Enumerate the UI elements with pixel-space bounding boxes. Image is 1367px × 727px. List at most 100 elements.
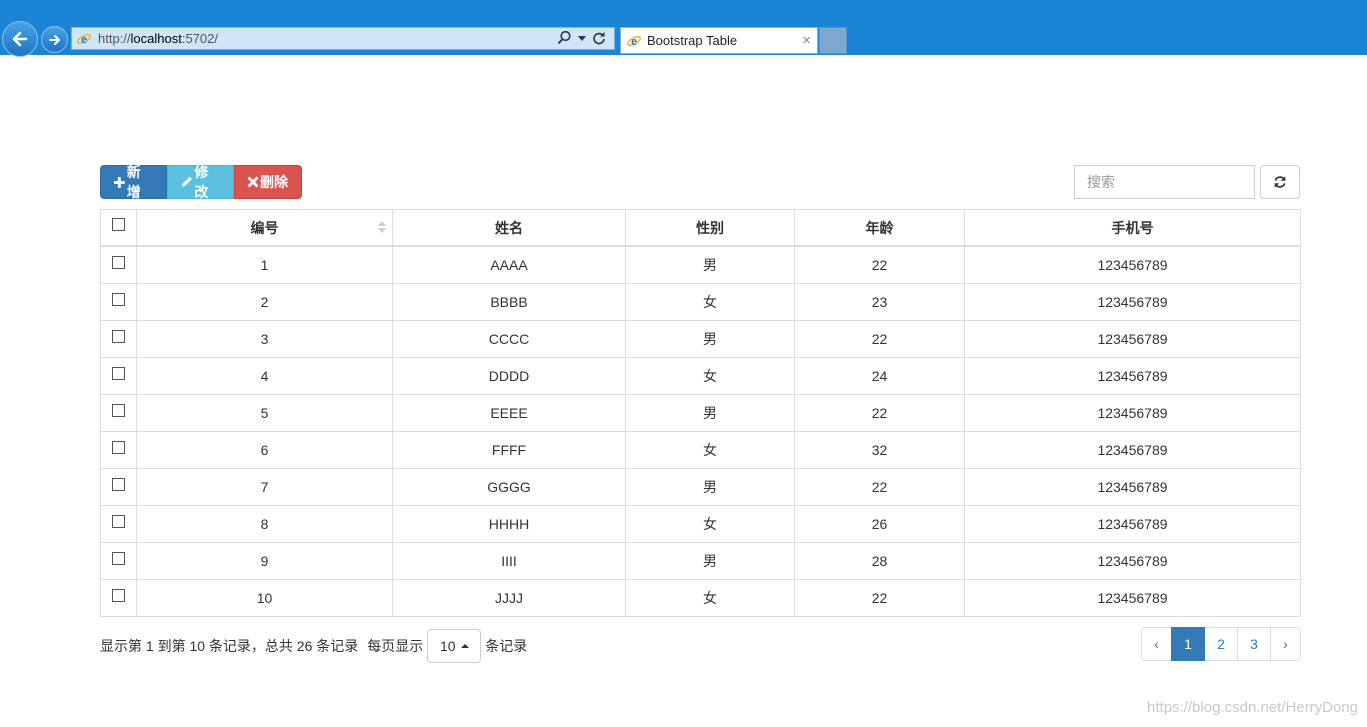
cell-gender: 女 bbox=[625, 431, 795, 469]
edit-button-label: 修改 bbox=[194, 164, 209, 200]
cell-age: 22 bbox=[794, 245, 965, 284]
select-all-checkbox[interactable] bbox=[112, 218, 125, 232]
add-button[interactable]: 新增 bbox=[100, 164, 167, 200]
cell-gender: 女 bbox=[625, 505, 795, 543]
search-icon[interactable] bbox=[557, 30, 572, 45]
pagination-next[interactable]: › bbox=[1270, 627, 1301, 661]
cell-age: 24 bbox=[794, 357, 965, 395]
cell-gender: 女 bbox=[625, 283, 795, 321]
table-row[interactable]: 4 DDDD 女 24 123456789 bbox=[100, 357, 1301, 395]
cell-age: 22 bbox=[794, 468, 965, 506]
row-checkbox[interactable] bbox=[112, 403, 125, 417]
page-size-value: 10 bbox=[439, 638, 456, 654]
tab-title: Bootstrap Table bbox=[647, 33, 738, 48]
row-select-cell bbox=[100, 283, 137, 321]
row-checkbox[interactable] bbox=[112, 292, 125, 306]
cell-phone: 123456789 bbox=[964, 505, 1301, 543]
cell-name: FFFF bbox=[392, 431, 626, 469]
table-row[interactable]: 8 HHHH 女 26 123456789 bbox=[100, 505, 1301, 543]
cell-age: 22 bbox=[794, 579, 965, 617]
row-checkbox[interactable] bbox=[112, 551, 125, 565]
pencil-icon bbox=[181, 176, 192, 187]
row-checkbox[interactable] bbox=[112, 477, 125, 491]
cell-id: 5 bbox=[136, 394, 393, 432]
svg-text:e: e bbox=[631, 33, 637, 48]
row-select-cell bbox=[100, 320, 137, 358]
watermark: https://blog.csdn.net/HerryDong bbox=[1147, 699, 1358, 716]
row-select-cell bbox=[100, 579, 137, 617]
cell-name: JJJJ bbox=[392, 579, 626, 617]
cell-age: 26 bbox=[794, 505, 965, 543]
cell-gender: 男 bbox=[625, 542, 795, 580]
forward-button[interactable] bbox=[41, 26, 68, 53]
per-page-prefix: 每页显示 bbox=[367, 638, 424, 654]
row-select-cell bbox=[100, 357, 137, 395]
row-checkbox[interactable] bbox=[112, 514, 125, 528]
cell-id: 8 bbox=[136, 505, 393, 543]
back-button[interactable] bbox=[2, 21, 38, 57]
table-row[interactable]: 6 FFFF 女 32 123456789 bbox=[100, 431, 1301, 469]
cell-phone: 123456789 bbox=[964, 245, 1301, 284]
cell-gender: 男 bbox=[625, 394, 795, 432]
sort-icon bbox=[378, 221, 386, 233]
cell-gender: 女 bbox=[625, 579, 795, 617]
cell-name: GGGG bbox=[392, 468, 626, 506]
row-checkbox[interactable] bbox=[112, 588, 125, 602]
search-input[interactable] bbox=[1074, 165, 1255, 199]
pagination-page-1[interactable]: 1 bbox=[1171, 627, 1205, 661]
row-checkbox[interactable] bbox=[112, 440, 125, 454]
close-tab-icon[interactable]: × bbox=[802, 32, 811, 49]
cell-phone: 123456789 bbox=[964, 579, 1301, 617]
table-row[interactable]: 2 BBBB 女 23 123456789 bbox=[100, 283, 1301, 321]
row-select-cell bbox=[100, 542, 137, 580]
column-header-phone: 手机号 bbox=[964, 209, 1301, 247]
table-row[interactable]: 1 AAAA 男 22 123456789 bbox=[100, 245, 1301, 284]
row-select-cell bbox=[100, 468, 137, 506]
column-header-gender: 性别 bbox=[625, 209, 795, 247]
cell-id: 10 bbox=[136, 579, 393, 617]
cell-phone: 123456789 bbox=[964, 357, 1301, 395]
cell-name: EEEE bbox=[392, 394, 626, 432]
delete-button[interactable]: 删除 bbox=[234, 165, 302, 199]
tab-bootstrap-table[interactable]: e Bootstrap Table × bbox=[620, 27, 818, 54]
cell-age: 28 bbox=[794, 542, 965, 580]
cell-name: HHHH bbox=[392, 505, 626, 543]
page-size-dropdown[interactable]: 10 bbox=[427, 629, 482, 663]
row-checkbox[interactable] bbox=[112, 329, 125, 343]
pagination-info: 显示第 1 到第 10 条记录，总共 26 条记录 每页显示 10 条记录 bbox=[100, 629, 527, 663]
remove-icon bbox=[247, 176, 259, 188]
svg-text:e: e bbox=[81, 31, 87, 46]
refresh-button[interactable] bbox=[1260, 165, 1300, 199]
cell-gender: 男 bbox=[625, 245, 795, 284]
row-select-cell bbox=[100, 505, 137, 543]
address-bar[interactable]: e http://localhost:5702/ bbox=[71, 27, 615, 50]
cell-name: AAAA bbox=[392, 245, 626, 284]
cell-id: 7 bbox=[136, 468, 393, 506]
column-header-id[interactable]: 编号 bbox=[136, 209, 393, 247]
row-checkbox[interactable] bbox=[112, 366, 125, 380]
address-url: http://localhost:5702/ bbox=[98, 31, 218, 46]
refresh-page-icon[interactable] bbox=[592, 31, 606, 45]
table-row[interactable]: 5 EEEE 男 22 123456789 bbox=[100, 394, 1301, 432]
cell-age: 22 bbox=[794, 394, 965, 432]
pagination-prev[interactable]: ‹ bbox=[1141, 627, 1172, 661]
cell-name: DDDD bbox=[392, 357, 626, 395]
table-body: 1 AAAA 男 22 123456789 2 BBBB 女 23 123456789 3 CCCC 男… bbox=[100, 245, 1301, 617]
chevron-down-icon[interactable] bbox=[578, 34, 586, 42]
tab-ie-icon: e bbox=[626, 33, 642, 49]
table-row[interactable]: 9 IIII 男 28 123456789 bbox=[100, 542, 1301, 580]
table-row[interactable]: 10 JJJJ 女 22 123456789 bbox=[100, 579, 1301, 617]
row-select-cell bbox=[100, 245, 137, 284]
edit-button[interactable]: 修改 bbox=[167, 164, 234, 200]
arrow-left-icon bbox=[12, 31, 28, 47]
pagination-page-3[interactable]: 3 bbox=[1237, 627, 1271, 661]
cell-id: 9 bbox=[136, 542, 393, 580]
row-checkbox[interactable] bbox=[112, 255, 125, 269]
table-row[interactable]: 7 GGGG 男 22 123456789 bbox=[100, 468, 1301, 506]
pagination-page-2[interactable]: 2 bbox=[1204, 627, 1238, 661]
table-row[interactable]: 3 CCCC 男 22 123456789 bbox=[100, 320, 1301, 358]
cell-phone: 123456789 bbox=[964, 394, 1301, 432]
cell-age: 23 bbox=[794, 283, 965, 321]
cell-gender: 女 bbox=[625, 357, 795, 395]
new-tab-button[interactable] bbox=[819, 27, 847, 54]
